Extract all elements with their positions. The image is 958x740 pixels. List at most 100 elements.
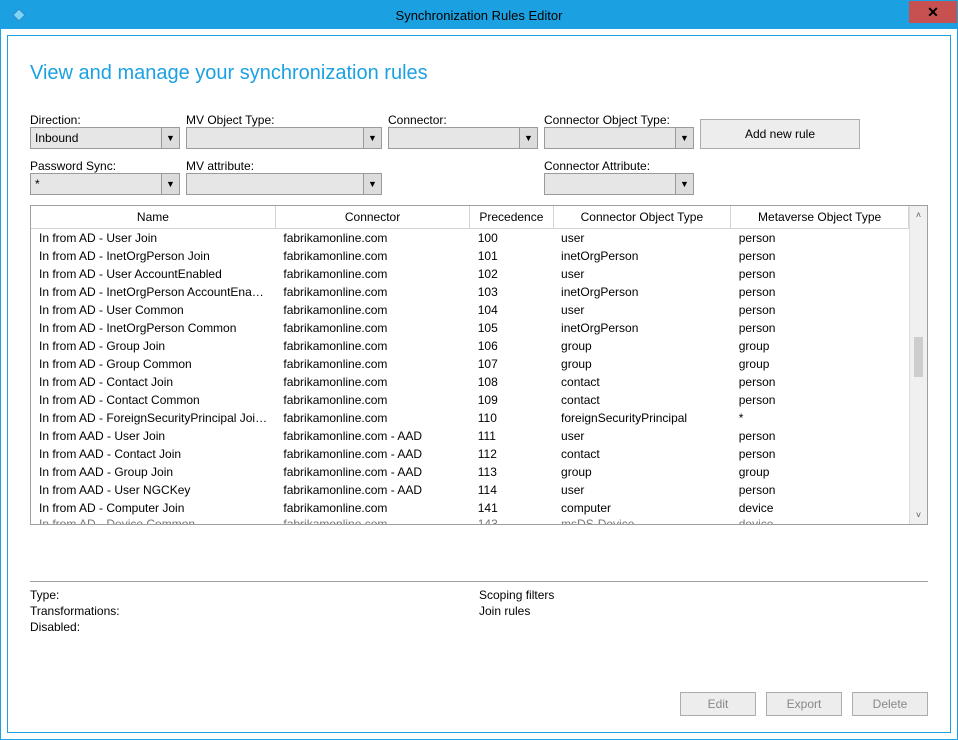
cell-mot: person: [731, 228, 909, 247]
table-row[interactable]: In from AD - User Joinfabrikamonline.com…: [31, 228, 909, 247]
table-row[interactable]: In from AD - ForeignSecurityPrincipal Jo…: [31, 409, 909, 427]
chevron-down-icon: ▼: [363, 128, 381, 148]
close-button[interactable]: ✕: [909, 1, 957, 23]
table-row[interactable]: In from AD - InetOrgPerson Joinfabrikamo…: [31, 247, 909, 265]
scroll-thumb[interactable]: [914, 337, 923, 377]
cell-connector: fabrikamonline.com: [275, 228, 469, 247]
cell-cot: user: [553, 301, 731, 319]
cell-precedence: 105: [470, 319, 553, 337]
cell-connector: fabrikamonline.com: [275, 355, 469, 373]
table-row[interactable]: In from AD - Group Joinfabrikamonline.co…: [31, 337, 909, 355]
direction-value: Inbound: [31, 131, 82, 145]
col-header-connector[interactable]: Connector: [275, 206, 469, 228]
cell-precedence: 112: [470, 445, 553, 463]
cell-precedence: 100: [470, 228, 553, 247]
cell-name: In from AAD - User NGCKey: [31, 481, 275, 499]
window-title: Synchronization Rules Editor: [1, 8, 957, 23]
cell-mot: device: [731, 517, 909, 525]
connector-object-type-select[interactable]: ▼: [544, 127, 694, 149]
chevron-down-icon: ▼: [675, 128, 693, 148]
cell-mot: group: [731, 355, 909, 373]
col-header-metaverse-object-type[interactable]: Metaverse Object Type: [731, 206, 909, 228]
table-row[interactable]: In from AD - User Commonfabrikamonline.c…: [31, 301, 909, 319]
cell-name: In from AD - Group Common: [31, 355, 275, 373]
mv-attribute-select[interactable]: ▼: [186, 173, 382, 195]
cell-name: In from AD - InetOrgPerson AccountEnable…: [31, 283, 275, 301]
scroll-track[interactable]: [910, 224, 927, 506]
vertical-scrollbar[interactable]: ˄ ˅: [909, 206, 927, 524]
col-header-connector-object-type[interactable]: Connector Object Type: [553, 206, 731, 228]
cell-cot: foreignSecurityPrincipal: [553, 409, 731, 427]
cell-cot: inetOrgPerson: [553, 283, 731, 301]
detail-panel: Type: Transformations: Disabled: Scoping…: [30, 581, 928, 636]
cell-name: In from AD - User AccountEnabled: [31, 265, 275, 283]
connector-attribute-label: Connector Attribute:: [544, 159, 694, 173]
add-new-rule-button[interactable]: Add new rule: [700, 119, 860, 149]
cell-cot: contact: [553, 445, 731, 463]
table-row[interactable]: In from AAD - Group Joinfabrikamonline.c…: [31, 463, 909, 481]
cell-precedence: 104: [470, 301, 553, 319]
table-row[interactable]: In from AD - InetOrgPerson AccountEnable…: [31, 283, 909, 301]
table-row[interactable]: In from AAD - User NGCKeyfabrikamonline.…: [31, 481, 909, 499]
content-panel: View and manage your synchronization rul…: [7, 35, 951, 733]
cell-mot: person: [731, 319, 909, 337]
chevron-down-icon: ▼: [363, 174, 381, 194]
table-row[interactable]: In from AD - Device Commonfabrikamonline…: [31, 517, 909, 525]
cell-mot: person: [731, 391, 909, 409]
cell-name: In from AAD - User Join: [31, 427, 275, 445]
connector-attribute-select[interactable]: ▼: [544, 173, 694, 195]
cell-mot: person: [731, 373, 909, 391]
mv-object-type-label: MV Object Type:: [186, 113, 382, 127]
mv-object-type-select[interactable]: ▼: [186, 127, 382, 149]
cell-name: In from AD - Computer Join: [31, 499, 275, 517]
password-sync-select[interactable]: * ▼: [30, 173, 180, 195]
direction-select[interactable]: Inbound ▼: [30, 127, 180, 149]
cell-mot: person: [731, 247, 909, 265]
window-frame: Synchronization Rules Editor ✕ View and …: [0, 0, 958, 740]
cell-mot: person: [731, 445, 909, 463]
chevron-down-icon: ▼: [161, 174, 179, 194]
col-header-precedence[interactable]: Precedence: [470, 206, 553, 228]
cell-cot: group: [553, 463, 731, 481]
cell-connector: fabrikamonline.com - AAD: [275, 481, 469, 499]
cell-precedence: 143: [470, 517, 553, 525]
cell-cot: group: [553, 337, 731, 355]
cell-name: In from AD - Device Common: [31, 517, 275, 525]
cell-connector: fabrikamonline.com: [275, 265, 469, 283]
titlebar[interactable]: Synchronization Rules Editor ✕: [1, 1, 957, 29]
connector-label: Connector:: [388, 113, 538, 127]
detail-transformations-label: Transformations:: [30, 604, 479, 618]
delete-label: Delete: [873, 697, 908, 711]
filter-row-1: Direction: Inbound ▼ MV Object Type: ▼ C…: [30, 113, 928, 149]
cell-name: In from AAD - Contact Join: [31, 445, 275, 463]
table-row[interactable]: In from AD - Computer Joinfabrikamonline…: [31, 499, 909, 517]
table-row[interactable]: In from AD - User AccountEnabledfabrikam…: [31, 265, 909, 283]
table-row[interactable]: In from AAD - Contact Joinfabrikamonline…: [31, 445, 909, 463]
cell-cot: user: [553, 481, 731, 499]
scroll-up-icon[interactable]: ˄: [910, 206, 927, 224]
chevron-down-icon: ▼: [675, 174, 693, 194]
cell-cot: msDS-Device: [553, 517, 731, 525]
cell-name: In from AD - User Join: [31, 228, 275, 247]
cell-cot: inetOrgPerson: [553, 247, 731, 265]
scroll-down-icon[interactable]: ˅: [910, 506, 927, 524]
cell-precedence: 106: [470, 337, 553, 355]
col-header-name[interactable]: Name: [31, 206, 275, 228]
detail-disabled-label: Disabled:: [30, 620, 479, 634]
table-row[interactable]: In from AD - InetOrgPerson Commonfabrika…: [31, 319, 909, 337]
chevron-down-icon: ▼: [519, 128, 537, 148]
edit-button[interactable]: Edit: [680, 692, 756, 716]
table-row[interactable]: In from AD - Contact Joinfabrikamonline.…: [31, 373, 909, 391]
connector-object-type-label: Connector Object Type:: [544, 113, 694, 127]
cell-cot: group: [553, 355, 731, 373]
table-row[interactable]: In from AAD - User Joinfabrikamonline.co…: [31, 427, 909, 445]
table-row[interactable]: In from AD - Group Commonfabrikamonline.…: [31, 355, 909, 373]
cell-name: In from AD - Contact Join: [31, 373, 275, 391]
delete-button[interactable]: Delete: [852, 692, 928, 716]
cell-precedence: 111: [470, 427, 553, 445]
table-row[interactable]: In from AD - Contact Commonfabrikamonlin…: [31, 391, 909, 409]
cell-connector: fabrikamonline.com: [275, 499, 469, 517]
filter-row-2: Password Sync: * ▼ MV attribute: ▼ Conne…: [30, 159, 928, 195]
connector-select[interactable]: ▼: [388, 127, 538, 149]
export-button[interactable]: Export: [766, 692, 842, 716]
